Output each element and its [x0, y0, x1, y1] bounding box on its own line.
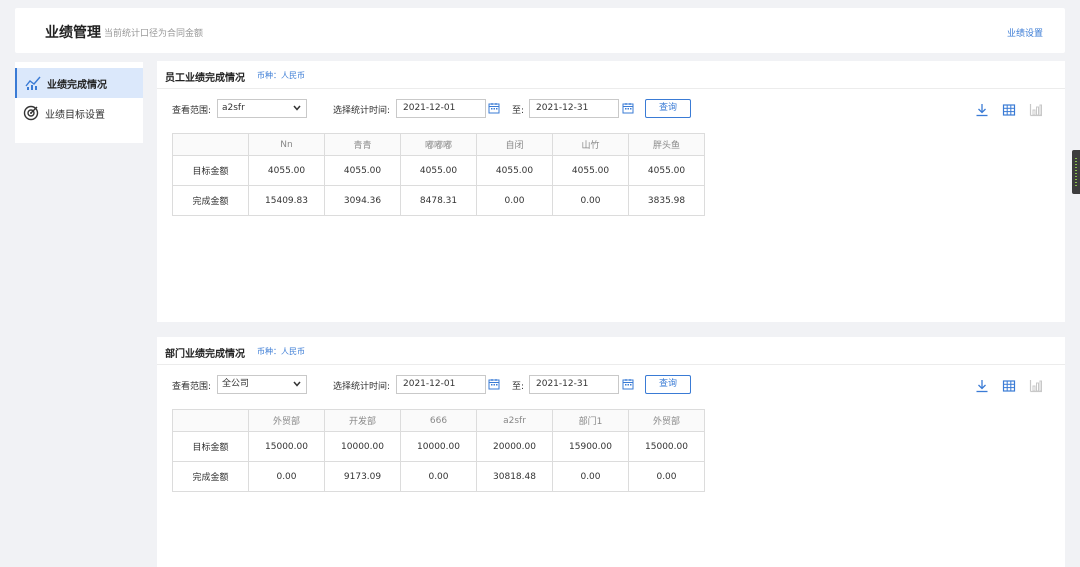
table-cell: 0.00: [248, 461, 325, 492]
table-view-icon[interactable]: [1002, 379, 1016, 393]
table-cell: 3835.98: [628, 185, 705, 216]
table-cell: 15000.00: [628, 431, 705, 462]
column-header: 青青: [324, 133, 401, 156]
column-header: Nn: [248, 133, 325, 156]
table-cell: 0.00: [552, 461, 629, 492]
table-cell: 4055.00: [324, 155, 401, 186]
chevron-down-icon: [293, 105, 301, 111]
table-cell: 4055.00: [476, 155, 553, 186]
column-header: 部门1: [552, 409, 629, 432]
column-header: 外贸部: [248, 409, 325, 432]
start-date-input[interactable]: 2021-12-01: [396, 99, 486, 118]
scope-select[interactable]: 全公司: [217, 375, 307, 394]
scope-value: 全公司: [222, 379, 250, 389]
table-cell: 9173.09: [324, 461, 401, 492]
column-header: 开发部: [324, 409, 401, 432]
download-icon[interactable]: [975, 379, 989, 393]
column-header: 外贸部: [628, 409, 705, 432]
table-cell: 0.00: [476, 185, 553, 216]
table-corner-cell: [172, 409, 249, 432]
download-icon[interactable]: [975, 103, 989, 117]
table-cell: 3094.36: [324, 185, 401, 216]
page-subtitle: 当前统计口径为合同金额: [104, 29, 204, 39]
sidebar-item-target[interactable]: 业绩目标设置: [15, 98, 143, 128]
department-table: 外贸部 开发部 666 a2sfr 部门1 外贸部 目标金额 15000.00 …: [172, 409, 705, 492]
currency-label: 币种：人民币: [257, 71, 305, 80]
table-row: 目标金额 15000.00 10000.00 10000.00 20000.00…: [172, 431, 705, 462]
employee-performance-panel: 员工业绩完成情况 币种：人民币 查看范围: a2sfr 选择统计时间: 2021…: [157, 61, 1065, 322]
row-label: 目标金额: [172, 155, 249, 186]
page-title: 业绩管理: [45, 25, 101, 41]
scope-select[interactable]: a2sfr: [217, 99, 307, 118]
calendar-icon[interactable]: [622, 378, 634, 390]
divider: [157, 364, 1065, 365]
column-header: 胖头鱼: [628, 133, 705, 156]
table-header-row: 外贸部 开发部 666 a2sfr 部门1 外贸部: [172, 409, 705, 432]
sidebar-item-label: 业绩目标设置: [45, 109, 105, 121]
row-label: 目标金额: [172, 431, 249, 462]
end-date-input[interactable]: 2021-12-31: [529, 375, 619, 394]
table-cell: 0.00: [628, 461, 705, 492]
start-date-input[interactable]: 2021-12-01: [396, 375, 486, 394]
to-label: 至:: [512, 382, 525, 392]
table-view-icon[interactable]: [1002, 103, 1016, 117]
table-corner-cell: [172, 133, 249, 156]
department-performance-panel: 部门业绩完成情况 币种：人民币 查看范围: 全公司 选择统计时间: 2021-1…: [157, 337, 1065, 567]
chart-view-icon[interactable]: [1029, 379, 1043, 393]
table-cell: 10000.00: [324, 431, 401, 462]
panel-title: 员工业绩完成情况: [165, 73, 245, 84]
table-cell: 20000.00: [476, 431, 553, 462]
divider: [157, 88, 1065, 89]
row-label: 完成金额: [172, 185, 249, 216]
table-cell: 4055.00: [400, 155, 477, 186]
column-header: 嘟嘟嘟: [400, 133, 477, 156]
column-header: 山竹: [552, 133, 629, 156]
side-drawer-handle[interactable]: [1072, 150, 1080, 194]
table-cell: 15000.00: [248, 431, 325, 462]
table-cell: 4055.00: [248, 155, 325, 186]
target-icon: [23, 105, 39, 121]
table-cell: 0.00: [552, 185, 629, 216]
performance-settings-link[interactable]: 业绩设置: [1007, 26, 1043, 39]
chevron-down-icon: [293, 381, 301, 387]
column-header: a2sfr: [476, 409, 553, 432]
scope-label: 查看范围:: [172, 106, 212, 116]
column-header: 666: [400, 409, 477, 432]
scope-label: 查看范围:: [172, 382, 212, 392]
table-cell: 30818.48: [476, 461, 553, 492]
grip-icon: [1075, 158, 1077, 186]
time-label: 选择统计时间:: [333, 106, 391, 116]
page-header: 业绩管理 当前统计口径为合同金额 业绩设置: [15, 8, 1065, 53]
currency-label: 币种：人民币: [257, 347, 305, 356]
scope-value: a2sfr: [222, 103, 245, 113]
table-cell: 15900.00: [552, 431, 629, 462]
row-label: 完成金额: [172, 461, 249, 492]
query-button[interactable]: 查询: [645, 375, 691, 394]
table-row: 目标金额 4055.00 4055.00 4055.00 4055.00 405…: [172, 155, 705, 186]
table-cell: 8478.31: [400, 185, 477, 216]
time-label: 选择统计时间:: [333, 382, 391, 392]
column-header: 自闭: [476, 133, 553, 156]
sidebar: 业绩完成情况 业绩目标设置: [15, 62, 143, 143]
query-button[interactable]: 查询: [645, 99, 691, 118]
table-row: 完成金额 0.00 9173.09 0.00 30818.48 0.00 0.0…: [172, 461, 705, 492]
sidebar-item-label: 业绩完成情况: [47, 79, 107, 91]
chart-icon: [25, 75, 41, 91]
table-cell: 4055.00: [552, 155, 629, 186]
sidebar-item-completion[interactable]: 业绩完成情况: [15, 68, 143, 98]
table-cell: 4055.00: [628, 155, 705, 186]
employee-table: Nn 青青 嘟嘟嘟 自闭 山竹 胖头鱼 目标金额 4055.00 4055.00…: [172, 133, 705, 216]
calendar-icon[interactable]: [488, 378, 500, 390]
panel-title: 部门业绩完成情况: [165, 349, 245, 360]
table-row: 完成金额 15409.83 3094.36 8478.31 0.00 0.00 …: [172, 185, 705, 216]
end-date-input[interactable]: 2021-12-31: [529, 99, 619, 118]
calendar-icon[interactable]: [488, 102, 500, 114]
chart-view-icon[interactable]: [1029, 103, 1043, 117]
table-header-row: Nn 青青 嘟嘟嘟 自闭 山竹 胖头鱼: [172, 133, 705, 156]
table-cell: 10000.00: [400, 431, 477, 462]
table-cell: 0.00: [400, 461, 477, 492]
table-cell: 15409.83: [248, 185, 325, 216]
calendar-icon[interactable]: [622, 102, 634, 114]
to-label: 至:: [512, 106, 525, 116]
